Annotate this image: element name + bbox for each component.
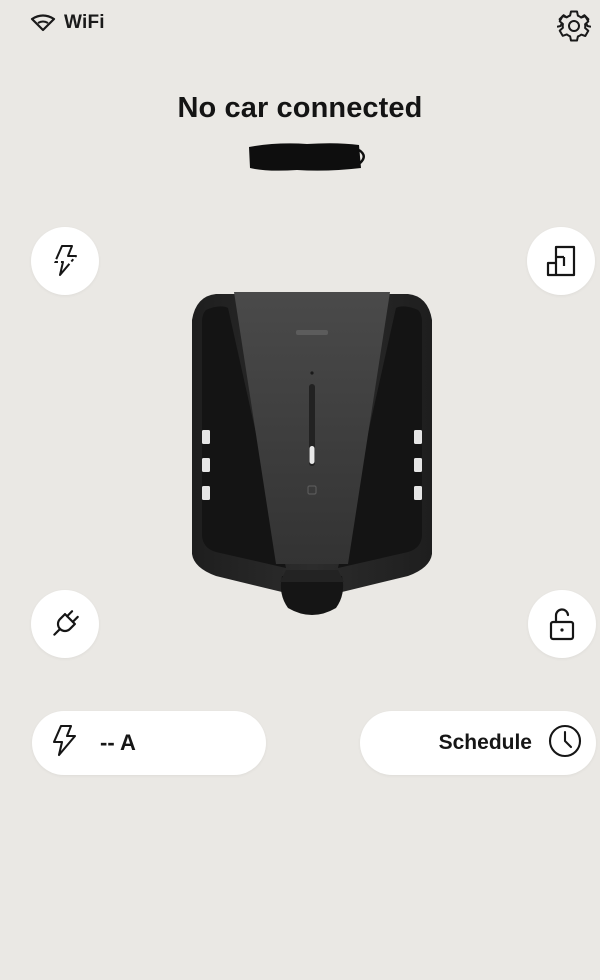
smart-charging-button[interactable] bbox=[31, 227, 99, 295]
charger-status-title: No car connected bbox=[177, 92, 423, 124]
lightning-dashed-icon bbox=[50, 244, 80, 278]
cable-button[interactable] bbox=[31, 590, 99, 658]
lightning-icon bbox=[50, 724, 78, 763]
status-bar: WiFi bbox=[0, 8, 600, 48]
connection-indicator: WiFi bbox=[30, 12, 105, 34]
redacted-serial-number bbox=[247, 141, 369, 172]
padlock-unlocked-icon bbox=[546, 607, 578, 641]
schedule-button[interactable]: Schedule bbox=[360, 711, 596, 775]
floor-plan-icon bbox=[544, 244, 578, 278]
settings-button[interactable] bbox=[554, 8, 594, 48]
lock-button[interactable] bbox=[528, 590, 596, 658]
schedule-label: Schedule bbox=[438, 731, 532, 754]
installation-button[interactable] bbox=[527, 227, 595, 295]
clock-icon bbox=[548, 724, 582, 763]
wifi-icon bbox=[30, 14, 56, 32]
connection-label: WiFi bbox=[64, 12, 105, 33]
charging-current-button[interactable]: -- A bbox=[32, 711, 266, 775]
gear-icon bbox=[556, 9, 592, 48]
plug-icon bbox=[47, 606, 83, 642]
charging-current-value: -- A bbox=[100, 730, 136, 755]
charger-device-image bbox=[186, 286, 438, 622]
